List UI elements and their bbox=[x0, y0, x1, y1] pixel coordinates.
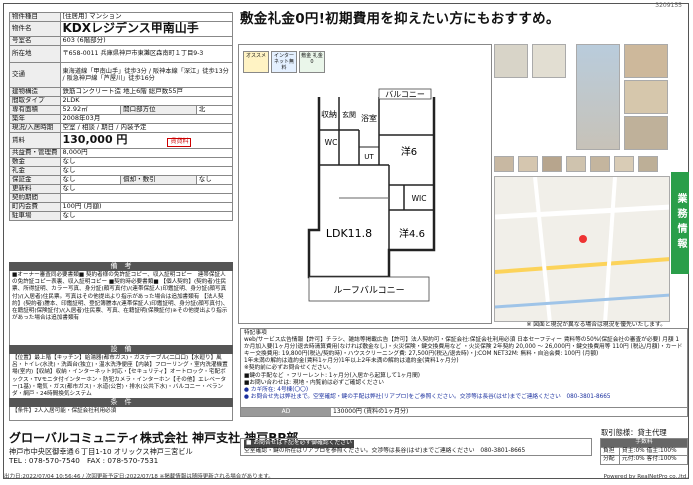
label-yoku: 浴室 bbox=[361, 113, 377, 123]
contact-box-title: ■ お問合せは下記を必ず御確認ください bbox=[244, 440, 354, 448]
table-row: 敷金 なし bbox=[9, 156, 233, 167]
photo-thumb[interactable] bbox=[566, 156, 586, 172]
table-row: 築年 2008年03月 bbox=[9, 113, 233, 124]
company-tel: TEL : 078-570-7540 FAX : 078-570-7531 bbox=[9, 456, 159, 465]
table-row: 専有面積 52.92㎡ 開口部方位北 bbox=[9, 104, 234, 115]
table-row: 賃料 130,000 円賃貸料 bbox=[9, 131, 233, 149]
photo-thumb[interactable] bbox=[494, 156, 514, 172]
photo-thumb[interactable] bbox=[638, 156, 658, 172]
photo-thumb[interactable] bbox=[542, 156, 562, 172]
table-row: 町内会費 100円 (月額) bbox=[9, 201, 233, 212]
remarks-line: ■お問い合わせは: 現地・内覧前は必ずご確認ください bbox=[244, 379, 384, 386]
map[interactable] bbox=[494, 176, 670, 322]
fee-table: 手数料 負担 貸主:0% 借主:100% 分配 元付:0% 客付:100% bbox=[600, 438, 689, 465]
remarks-bullet: ● お問合せ先は弊社まで。空室確認・鍵の手配は弊社(リアプロ)をご参照ください。… bbox=[244, 393, 611, 400]
label-yo46: 洋4.6 bbox=[399, 227, 425, 240]
joken-text: 【条件】2人入居可能・保証会社利用必須 bbox=[9, 407, 233, 421]
photo-thumb[interactable] bbox=[590, 156, 610, 172]
remarks-line: ■鍵の手配など ・フリーレント: 1ヶ月分(入居から起算して1ヶ月間) bbox=[244, 372, 420, 379]
photo-thumb[interactable] bbox=[624, 80, 668, 114]
osusume-badge: オススメ bbox=[243, 51, 269, 73]
property-spec-table: 物件種目 [住居用] マンション 物件名 KDXレジデンス甲南山手 号室名 603 (… bbox=[9, 12, 234, 221]
photo-gallery bbox=[494, 44, 670, 324]
setsubi-header: 設 備 bbox=[9, 345, 233, 354]
label-shuno: 収納 bbox=[321, 109, 337, 119]
table-row: 負担 貸主:0% 借主:100% bbox=[600, 446, 689, 456]
remarks-line: web/サービス広告情報【許可】チラシ、雑誌等掲載広告【許可】法人契約可・保証会… bbox=[244, 337, 683, 358]
remarks-box: 特記事項 web/サービス広告情報【許可】チラシ、雑誌等掲載広告【許可】法人契約… bbox=[240, 328, 688, 408]
serial-number: 3209155 bbox=[655, 2, 682, 9]
footer-timestamp: 出力日:2022/07/04 10:56:46 / 次回更新予定日:2022/0… bbox=[4, 474, 274, 480]
biko-header: 備 考 bbox=[9, 262, 233, 271]
table-row: 更新料 なし bbox=[9, 183, 233, 194]
gyomu-joho-tab[interactable]: 業務情報 bbox=[671, 172, 689, 274]
table-row: 間取タイプ 2LDK bbox=[9, 95, 233, 106]
torihiki-title: 取引態様：貸主代理 bbox=[601, 428, 667, 437]
label-wc-1: WC bbox=[325, 138, 338, 147]
photo-thumb[interactable] bbox=[624, 44, 668, 78]
label-ldk: LDK11.8 bbox=[326, 227, 372, 240]
table-row: 駐車場 なし bbox=[9, 210, 233, 221]
table-row: 分配 元付:0% 客付:100% bbox=[600, 455, 689, 465]
flyer: 3209155 物件種目 [住居用] マンション 物件名 KDXレジデンス甲南山手 … bbox=[3, 2, 689, 479]
contact-box-text: 空室確認・鍵の所在はリアプロを参照ください。交渉等は長谷(はせ)までご連絡くださ… bbox=[244, 447, 526, 454]
photo-thumb[interactable] bbox=[614, 156, 634, 172]
contact-box: ■ お問合せは下記を必ず御確認ください 空室確認・鍵の所在はリアプロを参照くださ… bbox=[240, 438, 592, 456]
building-photo[interactable] bbox=[576, 44, 620, 150]
label-genkan: 玄関 bbox=[342, 110, 356, 119]
table-row: 契約期間 bbox=[9, 192, 233, 203]
ad-label: AD bbox=[241, 408, 331, 416]
table-row: 現況/入居時期 空室 / 相談 / 期日 / 内装予定 bbox=[9, 122, 233, 133]
map-drawing bbox=[495, 177, 669, 321]
label-yo6: 洋6 bbox=[401, 145, 417, 158]
rent-price: 130,000 円 bbox=[62, 132, 128, 146]
label-balcony: バルコニー bbox=[385, 90, 425, 99]
photo-thumb[interactable] bbox=[494, 44, 528, 78]
floor-plan: オススメ インターネット無料 敷金 礼金 0 バルコニー ルーフバルコニー 収納… bbox=[238, 44, 492, 324]
photo-thumb[interactable] bbox=[518, 156, 538, 172]
joken-header: 条 件 bbox=[9, 398, 233, 407]
map-pin-icon bbox=[579, 235, 587, 243]
table-row: 物件種目 [住居用] マンション bbox=[9, 12, 233, 22]
setsubi-text: 【位置】最上階【キッチン】給湯器(都市ガス)・ガステーブル(二口口)【水廻り】風… bbox=[9, 354, 233, 398]
table-row: 交通 東海道線「甲南山手」徒歩3分 / 阪神本線「深江」徒歩13分 / 阪急神戸線… bbox=[9, 61, 233, 88]
shikirei-badge: 敷金 礼金 0 bbox=[299, 51, 325, 73]
table-row: 礼金 なし bbox=[9, 165, 233, 176]
table-row: 所在地 〒658-0011 兵庫県神戸市東灘区森南町１丁目9-3 bbox=[9, 44, 233, 63]
table-row: 号室名 603 (6階部分) bbox=[9, 35, 233, 46]
footer-credit: Powered by RealNetPro co.,ltd. bbox=[603, 474, 688, 480]
table-row: 保証金 なし 償却・敷引 なし bbox=[9, 174, 234, 185]
remarks-line: ※契約前に必ずお問合せください。 bbox=[244, 365, 335, 372]
table-row: 物件名 KDXレジデンス甲南山手 bbox=[9, 21, 233, 37]
remarks-bullet: ● カギ所在: 4号棟(〇〇) bbox=[244, 386, 309, 393]
rent-badge: 賃貸料 bbox=[167, 137, 192, 147]
ad-value: 130000円 (賃料の1ヶ月分) bbox=[333, 408, 409, 415]
floor-plan-drawing: バルコニー ルーフバルコニー 収納 玄関 WC 浴室 UT 洋6 WIC LDK… bbox=[307, 88, 436, 302]
headline: 敷金礼金0円!初期費用を抑えたい方にもおすすめ。 bbox=[240, 11, 560, 27]
ad-row: AD 130000円 (賃料の1ヶ月分) bbox=[240, 408, 688, 417]
internet-badge: インターネット無料 bbox=[271, 51, 297, 73]
photo-thumb[interactable] bbox=[624, 116, 668, 150]
table-row: 建物構造 鉄筋コンクリート造 地上6階 総戸数55戸 bbox=[9, 86, 233, 97]
label-wic: WIC bbox=[412, 194, 427, 203]
table-row: 手数料 bbox=[600, 438, 688, 448]
table-row: 共益費・管理費 8,000円 bbox=[9, 147, 233, 158]
biko-text: ■オーナー審査同必要書類■ 契約者様の免許証コピー、収入証明コピー 連帯保証人の… bbox=[9, 271, 233, 345]
label-roof-balcony: ルーフバルコニー bbox=[333, 285, 404, 296]
photo-thumb[interactable] bbox=[532, 44, 566, 78]
label-ut: UT bbox=[364, 153, 374, 161]
